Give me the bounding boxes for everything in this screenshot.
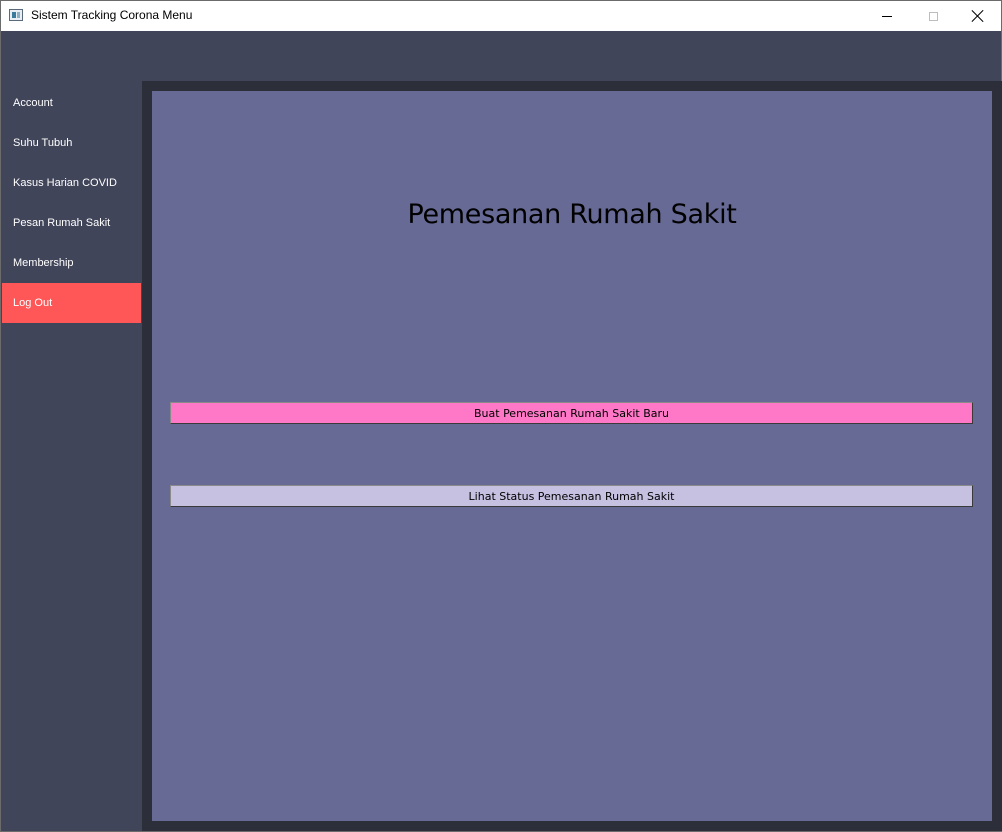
sidebar: Account Suhu Tubuh Kasus Harian COVID Pe… — [1, 81, 141, 831]
sidebar-item-log-out[interactable]: Log Out — [2, 283, 141, 323]
new-booking-button[interactable]: Buat Pemesanan Rumah Sakit Baru — [170, 402, 973, 424]
maximize-button[interactable] — [910, 1, 956, 31]
page-title: Pemesanan Rumah Sakit — [407, 199, 737, 230]
app-window-icon — [9, 9, 23, 21]
app-window: Sistem Tracking Corona Menu Account Suhu… — [0, 0, 1002, 832]
close-button[interactable] — [955, 1, 1001, 31]
main-content: Pemesanan Rumah Sakit Buat Pemesanan Rum… — [152, 91, 992, 821]
sidebar-item-suhu-tubuh[interactable]: Suhu Tubuh — [2, 123, 141, 163]
content-frame: Pemesanan Rumah Sakit Buat Pemesanan Rum… — [142, 81, 1002, 831]
title-bar: Sistem Tracking Corona Menu — [1, 1, 1001, 31]
minimize-button[interactable] — [864, 1, 910, 31]
sidebar-item-pesan-rumah-sakit[interactable]: Pesan Rumah Sakit — [2, 203, 141, 243]
sidebar-item-kasus-harian-covid[interactable]: Kasus Harian COVID — [2, 163, 141, 203]
maximize-icon — [928, 11, 938, 21]
window-title: Sistem Tracking Corona Menu — [31, 8, 193, 22]
close-icon — [971, 9, 985, 23]
sidebar-item-membership[interactable]: Membership — [2, 243, 141, 283]
sidebar-item-account[interactable]: Account — [2, 83, 141, 123]
minimize-icon — [882, 15, 892, 17]
view-booking-status-button[interactable]: Lihat Status Pemesanan Rumah Sakit — [170, 485, 973, 507]
